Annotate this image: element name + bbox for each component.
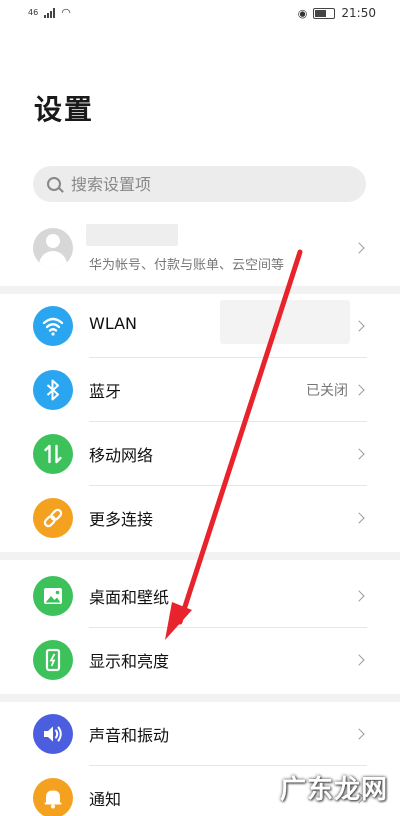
chevron-right-icon — [353, 242, 365, 254]
wlan-network-blurred — [220, 300, 350, 344]
page-title: 设置 — [34, 93, 95, 126]
bluetooth-icon — [33, 370, 73, 410]
clock: 21:50 — [341, 6, 376, 20]
chevron-right-icon — [353, 320, 365, 332]
status-bar: 46 ◠ ◉ 21:50 — [0, 0, 400, 28]
setting-row-bluetooth[interactable]: 蓝牙 已关闭 — [0, 358, 400, 422]
signal-icon — [44, 7, 56, 18]
setting-row-more-connections[interactable]: 更多连接 — [0, 486, 400, 550]
section-divider — [0, 694, 400, 702]
setting-value: 已关闭 — [306, 383, 348, 399]
setting-label: 通知 — [89, 790, 122, 809]
setting-label: 移动网络 — [89, 446, 154, 465]
mobile-data-icon — [33, 434, 73, 474]
setting-row-mobile-network[interactable]: 移动网络 — [0, 422, 400, 486]
setting-row-display-brightness[interactable]: 显示和亮度 — [0, 628, 400, 692]
setting-label: 显示和亮度 — [89, 652, 170, 671]
setting-label: 更多连接 — [89, 510, 154, 529]
wifi-status-icon: ◠ — [61, 6, 71, 19]
link-icon — [33, 498, 73, 538]
section-divider — [0, 552, 400, 560]
search-icon — [47, 177, 61, 191]
chevron-right-icon — [353, 590, 365, 602]
setting-label: WLAN — [89, 314, 138, 333]
section-divider — [0, 286, 400, 294]
chevron-right-icon — [353, 384, 365, 396]
wallpaper-icon — [33, 576, 73, 616]
wifi-icon — [33, 306, 73, 346]
setting-row-sound[interactable]: 声音和振动 — [0, 702, 400, 766]
eye-comfort-icon: ◉ — [297, 6, 308, 20]
bell-icon — [33, 778, 73, 816]
search-input[interactable] — [69, 173, 353, 195]
chevron-right-icon — [353, 512, 365, 524]
battery-icon — [313, 7, 336, 19]
setting-label: 桌面和壁纸 — [89, 588, 170, 607]
settings-screen: 46 ◠ ◉ 21:50 设置 华为帐号、付款与账单、云空间等 WLAN — [0, 0, 400, 816]
volume-icon — [33, 714, 73, 754]
chevron-right-icon — [353, 654, 365, 666]
setting-row-wallpaper[interactable]: 桌面和壁纸 — [0, 564, 400, 628]
brightness-icon — [33, 640, 73, 680]
search-bar[interactable] — [33, 166, 366, 202]
account-row[interactable]: 华为帐号、付款与账单、云空间等 — [0, 212, 400, 284]
chevron-right-icon — [353, 728, 365, 740]
setting-label: 蓝牙 — [89, 382, 122, 401]
account-subtitle: 华为帐号、付款与账单、云空间等 — [89, 258, 285, 273]
watermark-logo: 广东龙网 — [279, 775, 388, 805]
setting-label: 声音和振动 — [89, 726, 170, 745]
avatar — [33, 228, 73, 268]
network-type: 46 — [28, 8, 39, 17]
account-name-blurred — [86, 224, 178, 246]
chevron-right-icon — [353, 448, 365, 460]
